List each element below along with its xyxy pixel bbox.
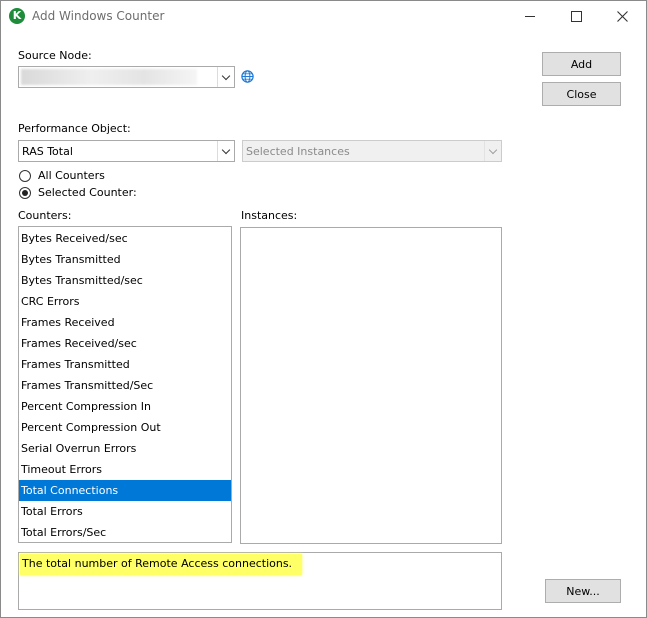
add-windows-counter-dialog: K Add Windows Counter Source Node: Add C… [0, 0, 647, 618]
counter-list-item[interactable]: Timeout Errors [19, 459, 231, 480]
all-counters-radio[interactable] [19, 170, 31, 182]
counters-list[interactable]: Bytes Received/sec Bytes Transmitted Bytes… [18, 226, 232, 543]
counter-list-item[interactable]: Bytes Received/sec [19, 228, 231, 249]
counter-list-item[interactable]: Frames Transmitted [19, 354, 231, 375]
chevron-down-icon [221, 145, 231, 154]
instances-mode-dropdown-button[interactable] [484, 141, 501, 161]
counter-list-item[interactable]: Total Connections [19, 480, 231, 501]
maximize-button[interactable] [553, 1, 599, 31]
counter-list-item[interactable]: Total Errors [19, 501, 231, 522]
source-node-redacted-value [21, 69, 197, 85]
new-button[interactable]: New... [545, 579, 621, 603]
performance-object-dropdown-button[interactable] [217, 141, 234, 161]
counter-description-box: The total number of Remote Access connec… [18, 552, 502, 610]
chevron-down-icon [221, 71, 231, 80]
counter-list-item[interactable]: CRC Errors [19, 291, 231, 312]
counter-list-item[interactable]: Frames Received/sec [19, 333, 231, 354]
source-node-label: Source Node: [18, 49, 92, 62]
instances-mode-combo[interactable]: Selected Instances [242, 140, 502, 162]
counter-list-item[interactable]: Frames Received [19, 312, 231, 333]
close-window-button[interactable] [599, 1, 645, 31]
title-bar: K Add Windows Counter [1, 1, 646, 31]
performance-object-combo[interactable]: RAS Total [18, 140, 235, 162]
selected-counter-radio[interactable] [19, 187, 31, 199]
counters-label: Counters: [18, 209, 72, 222]
app-logo-icon: K [9, 8, 25, 24]
counter-description-text: The total number of Remote Access connec… [20, 554, 303, 575]
counter-list-item[interactable]: Bytes Transmitted/sec [19, 270, 231, 291]
window-title: Add Windows Counter [32, 9, 165, 23]
instances-mode-value: Selected Instances [246, 145, 350, 158]
counter-list-item[interactable]: Percent Compression Out [19, 417, 231, 438]
performance-object-value: RAS Total [22, 145, 73, 158]
counter-list-item[interactable]: Bytes Transmitted [19, 249, 231, 270]
selected-counter-label[interactable]: Selected Counter: [38, 186, 137, 199]
counter-list-item[interactable]: Frames Transmitted/Sec [19, 375, 231, 396]
instances-label: Instances: [241, 209, 298, 222]
minimize-icon [525, 15, 535, 17]
globe-icon[interactable] [241, 70, 254, 83]
maximize-icon [570, 10, 582, 22]
instances-list[interactable] [240, 227, 502, 544]
counter-list-item[interactable]: Total Errors/Sec [19, 522, 231, 542]
counter-list-item[interactable]: Percent Compression In [19, 396, 231, 417]
close-icon [616, 10, 628, 22]
close-button[interactable]: Close [542, 82, 621, 106]
source-node-combo[interactable] [18, 66, 235, 88]
chevron-down-icon [488, 145, 498, 154]
add-button[interactable]: Add [542, 52, 621, 76]
minimize-button[interactable] [507, 1, 553, 31]
all-counters-label[interactable]: All Counters [38, 169, 105, 182]
counter-list-item[interactable]: Serial Overrun Errors [19, 438, 231, 459]
source-node-dropdown-button[interactable] [217, 67, 234, 87]
performance-object-label: Performance Object: [18, 122, 131, 135]
